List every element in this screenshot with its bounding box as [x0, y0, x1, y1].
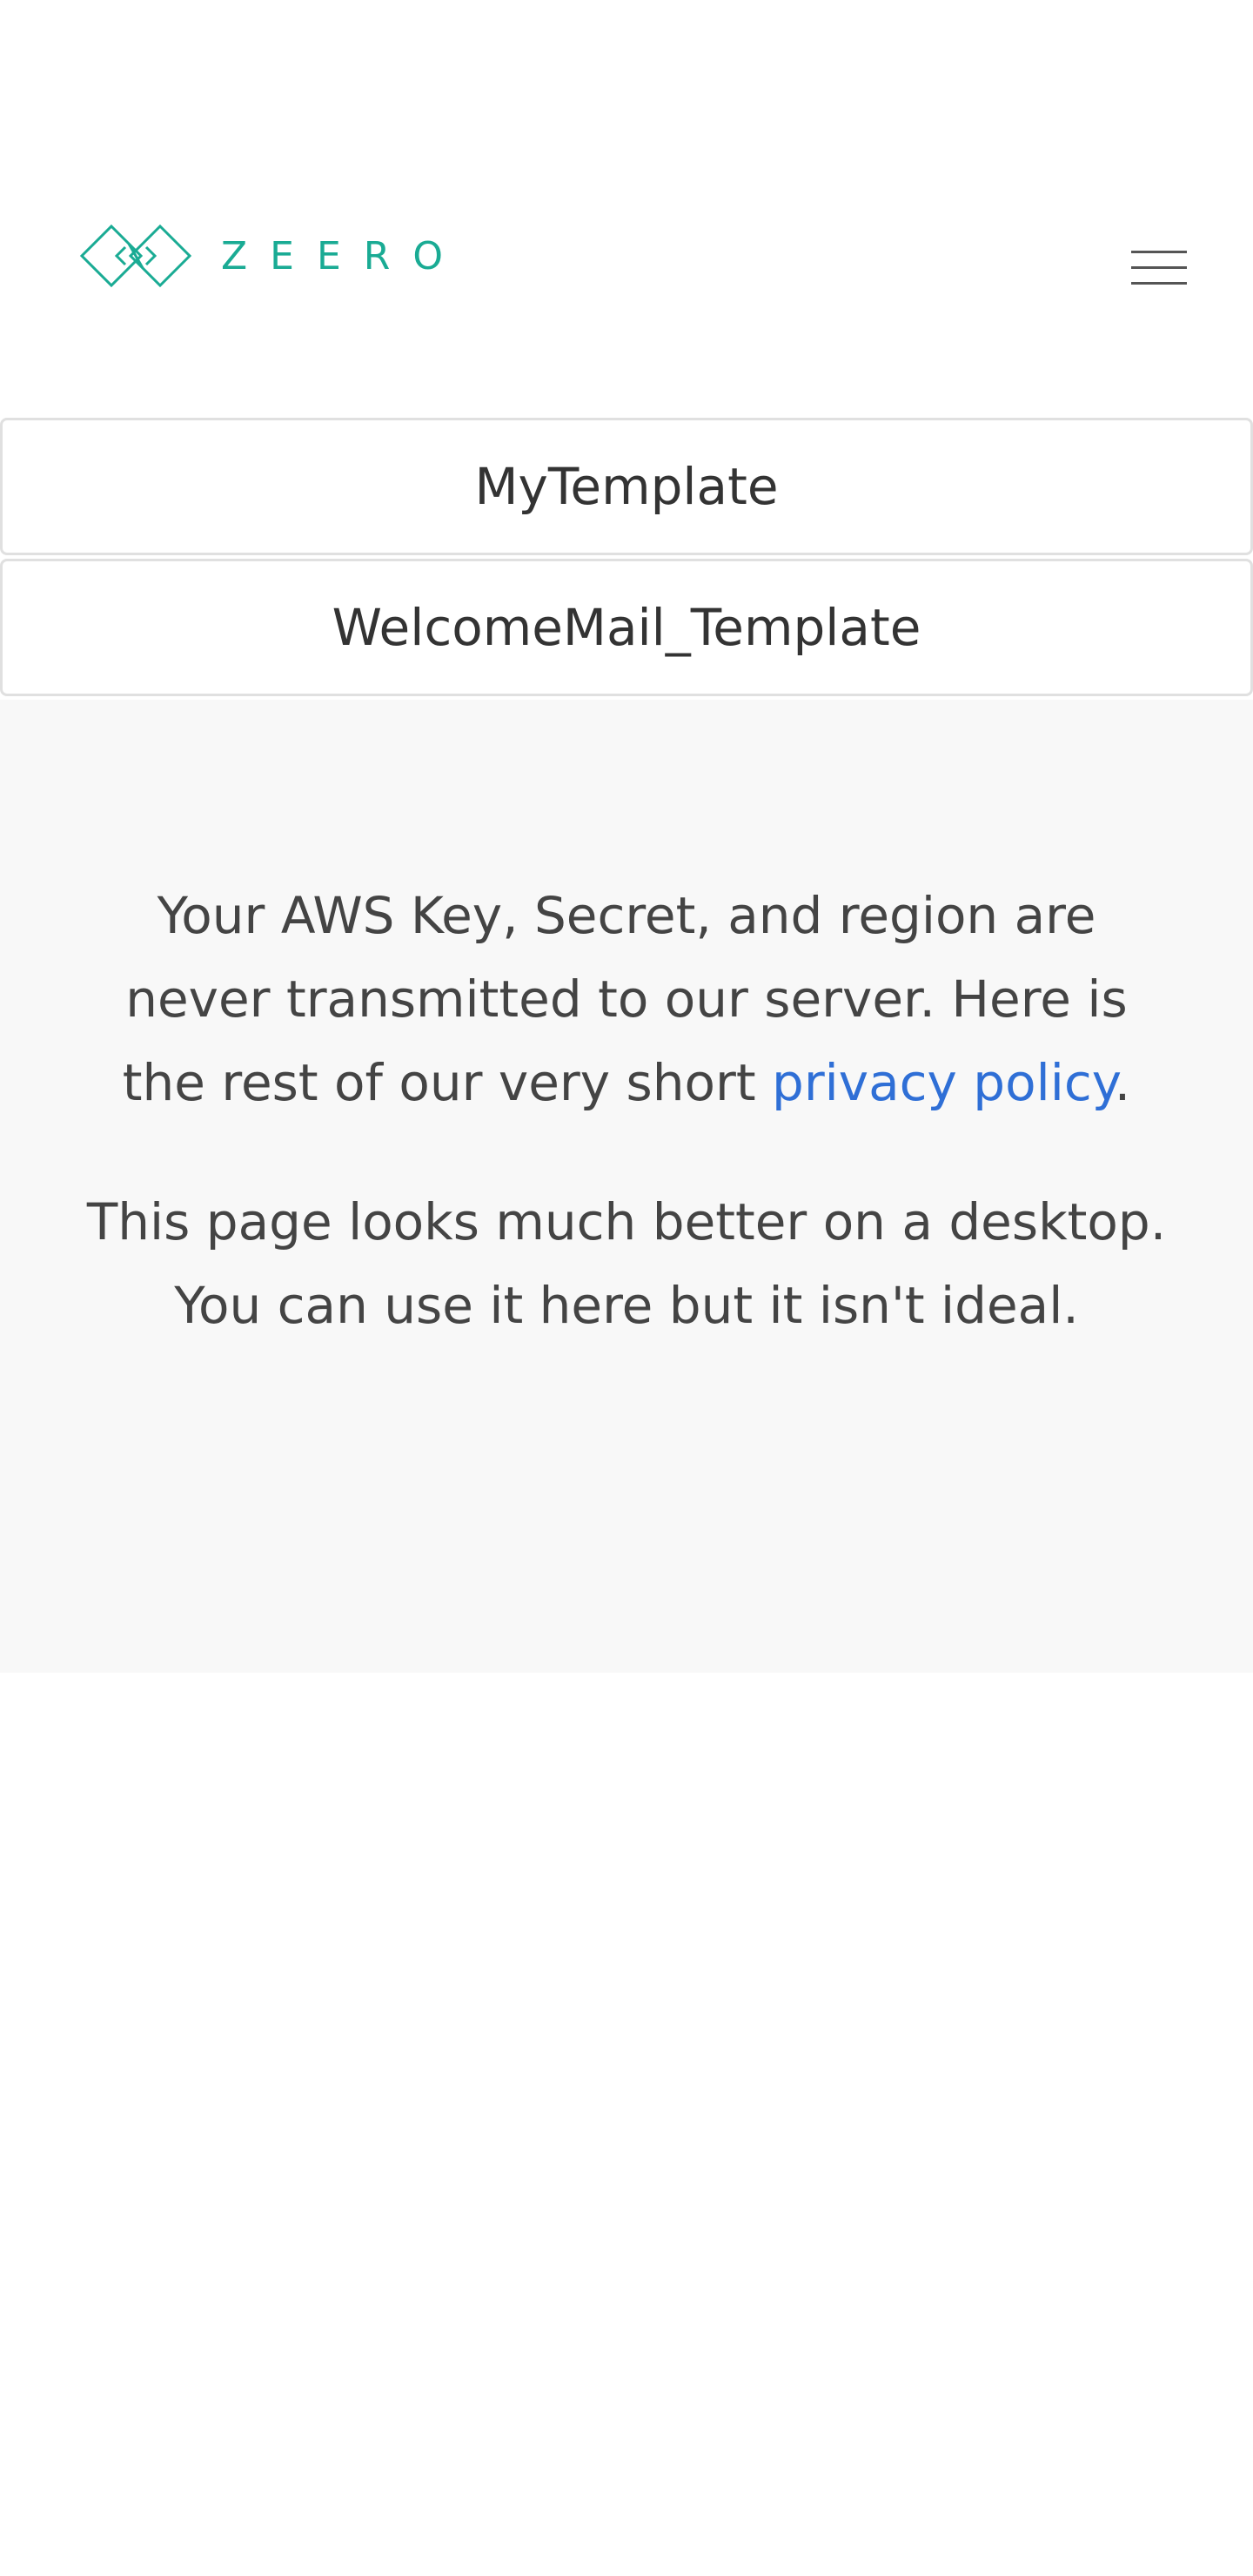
hamburger-menu-icon[interactable]	[1131, 248, 1189, 290]
privacy-notice-end: .	[1114, 1053, 1131, 1112]
menu-line	[1131, 251, 1187, 253]
menu-line	[1131, 282, 1187, 285]
notice-section: Your AWS Key, Secret, and region are nev…	[0, 700, 1253, 1673]
template-list: MyTemplate WelcomeMail_Template	[0, 418, 1253, 696]
page-footer-space	[0, 1673, 1253, 2576]
desktop-notice: This page looks much better on a desktop…	[86, 1192, 1167, 1335]
menu-line	[1131, 266, 1187, 269]
brand-logo[interactable]: ZEERO	[77, 221, 466, 291]
header: ZEERO	[0, 0, 1253, 418]
privacy-policy-link[interactable]: privacy policy	[772, 1053, 1115, 1112]
privacy-notice: Your AWS Key, Secret, and region are nev…	[104, 874, 1149, 1124]
template-item-mytemplate[interactable]: MyTemplate	[0, 418, 1253, 555]
brand-name: ZEERO	[221, 233, 466, 278]
template-item-welcomemail-template[interactable]: WelcomeMail_Template	[0, 559, 1253, 696]
zeero-diamond-logo-icon	[79, 224, 192, 288]
